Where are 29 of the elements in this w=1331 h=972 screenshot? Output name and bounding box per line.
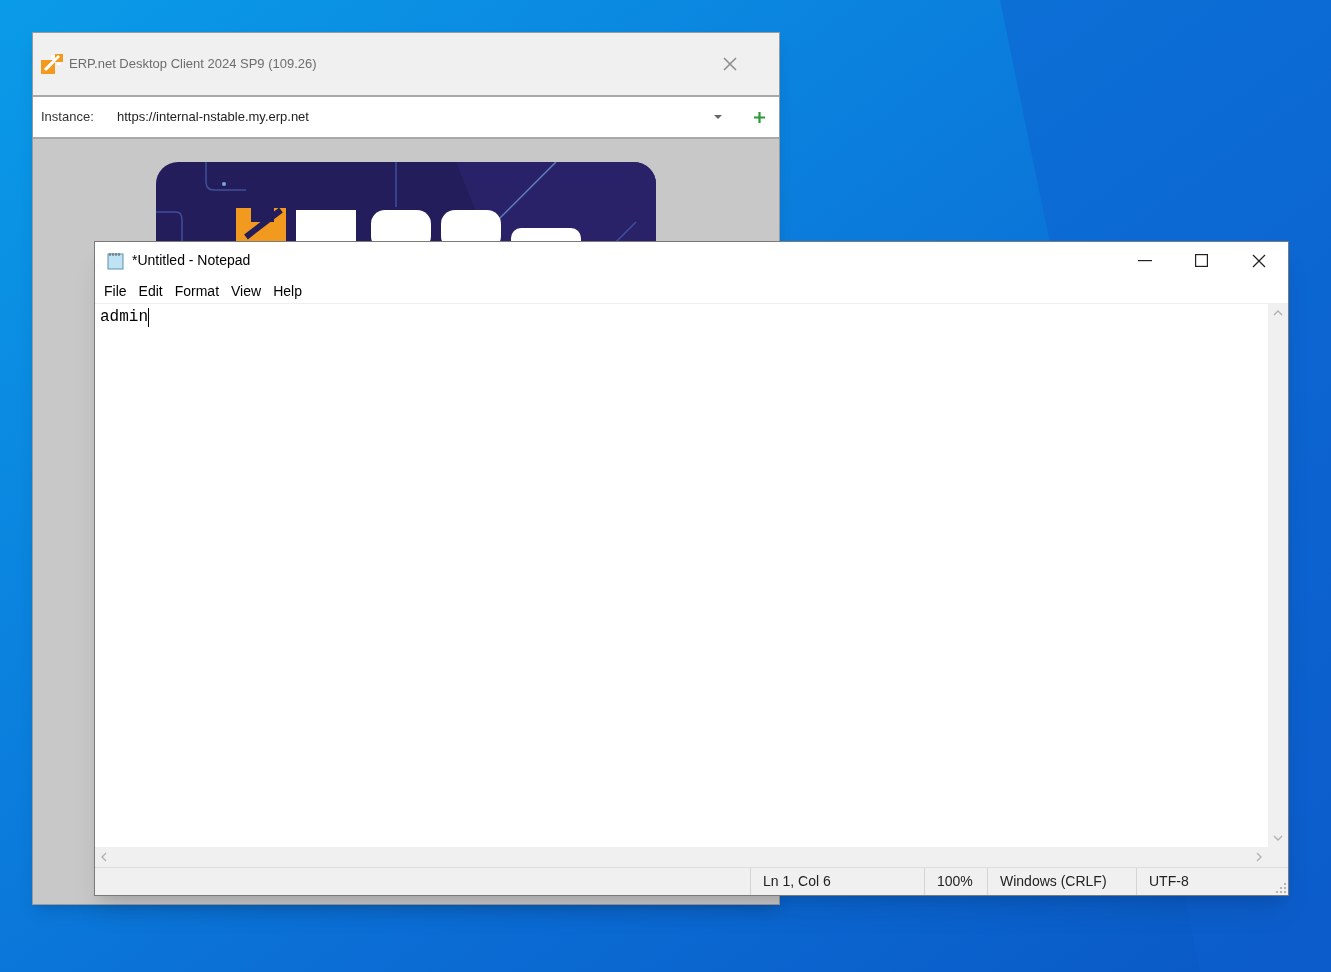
- menu-item[interactable]: View: [225, 280, 268, 302]
- menu-item[interactable]: File: [98, 280, 133, 302]
- scroll-down-icon[interactable]: [1273, 835, 1283, 841]
- menu-item[interactable]: Help: [267, 280, 308, 302]
- app-logo-icon: [41, 54, 63, 74]
- scroll-left-icon[interactable]: [101, 852, 107, 862]
- minimize-icon[interactable]: [1138, 259, 1152, 262]
- scroll-up-icon[interactable]: [1273, 310, 1283, 316]
- maximize-icon[interactable]: [1195, 254, 1208, 267]
- close-icon[interactable]: [1252, 253, 1266, 268]
- resize-grip-icon[interactable]: [1276, 883, 1286, 893]
- instance-url[interactable]: https://internal-nstable.my.erp.net: [117, 107, 309, 127]
- window-title: *Untitled - Notepad: [132, 251, 251, 270]
- vertical-scrollbar[interactable]: [1268, 304, 1288, 847]
- add-icon[interactable]: [754, 111, 765, 123]
- text-cursor: [148, 308, 149, 327]
- status-text: Ln 1, Col 6: [750, 868, 924, 895]
- menu-item[interactable]: Edit: [132, 280, 169, 302]
- instance-label: Instance:: [41, 108, 95, 127]
- status-text: Windows (CRLF): [987, 868, 1136, 895]
- editor-text: admin: [100, 307, 148, 328]
- status-text: 100%: [924, 868, 987, 895]
- dropdown-caret-icon[interactable]: [714, 114, 722, 120]
- notepad-icon: [106, 251, 126, 270]
- menu-item[interactable]: Format: [168, 280, 226, 302]
- window-title: ERP.net Desktop Client 2024 SP9 (109.26): [69, 55, 317, 74]
- horizontal-scrollbar[interactable]: [95, 847, 1268, 867]
- status-text: UTF-8: [1136, 868, 1269, 895]
- scroll-right-icon[interactable]: [1256, 852, 1262, 862]
